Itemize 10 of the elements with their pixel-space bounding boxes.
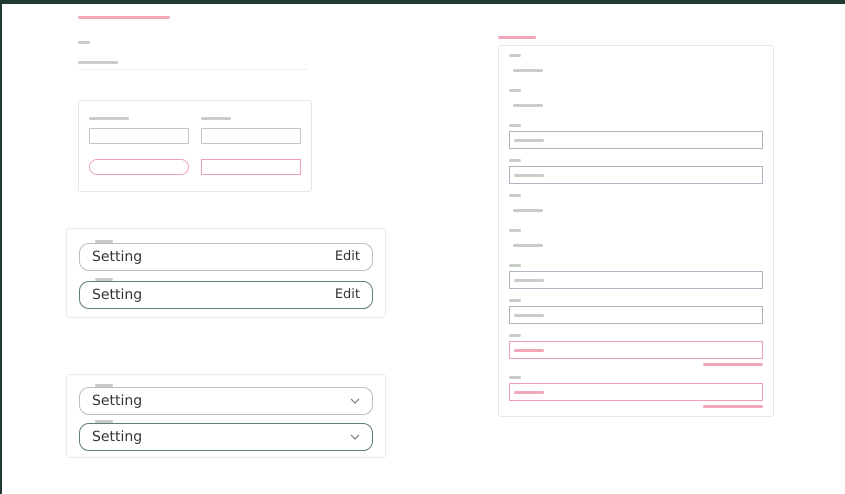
text-field[interactable]: Setting Edit (79, 281, 373, 309)
text-field[interactable]: Setting (79, 423, 373, 451)
field-value: Setting (92, 286, 142, 304)
text-field[interactable]: Setting Edit (79, 243, 373, 271)
field-value: Setting (92, 392, 142, 410)
field-value: Setting (92, 248, 142, 266)
edit-link[interactable]: Edit (334, 247, 360, 267)
field-value: Setting (92, 428, 142, 446)
edit-link[interactable]: Edit (334, 285, 360, 305)
text-field[interactable]: Setting (79, 387, 373, 415)
